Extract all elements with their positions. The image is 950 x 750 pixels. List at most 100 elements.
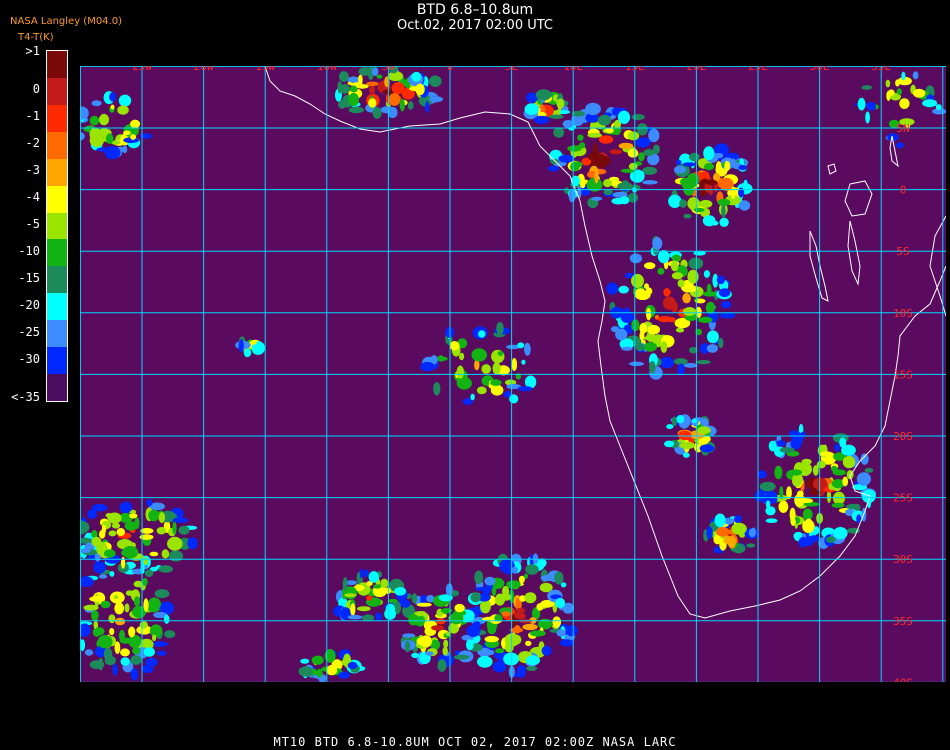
cloud-pixel (693, 207, 705, 213)
cloud-pixel (668, 194, 682, 208)
cloud-pixel (391, 578, 402, 586)
cloud-pixel (484, 576, 496, 586)
longitude-label: 25E (748, 66, 768, 73)
cloud-pixel (120, 657, 130, 666)
cloud-pixel (629, 253, 643, 264)
cloud-pixel (113, 595, 119, 600)
cloud-pixel (429, 96, 443, 103)
cloud-pixel (157, 650, 167, 656)
cloud-pixel (339, 71, 349, 83)
cloud-pixel (371, 67, 379, 76)
cloud-pixel (456, 377, 472, 390)
cloud-pixel (673, 166, 686, 174)
cloud-pixel (566, 625, 578, 637)
legend-label: >1 (25, 44, 40, 58)
cloud-pixel (89, 127, 102, 142)
cloud-pixel (522, 623, 538, 631)
cloud-pixel (110, 104, 115, 110)
legend-swatch (47, 266, 67, 294)
cloud-pixel (704, 163, 715, 171)
cloud-pixel (597, 114, 612, 126)
cloud-pixel (675, 159, 682, 166)
legend-swatch (47, 51, 67, 78)
cloud-pixel (605, 127, 614, 134)
cloud-pixel (119, 501, 133, 514)
cloud-pixel (706, 283, 712, 295)
cloud-pixel (666, 424, 674, 430)
cloud-pixel (765, 518, 778, 523)
cloud-pixel (105, 133, 114, 144)
cloud-pixel (357, 606, 371, 612)
cloud-pixel (556, 629, 566, 637)
cloud-pixel (606, 282, 619, 295)
cloud-pixel (402, 633, 416, 638)
cloud-pixel (83, 604, 99, 611)
cloud-pixel (454, 603, 465, 613)
cloud-pixel (338, 100, 347, 109)
cloud-pixel (124, 603, 130, 613)
cloud-pixel (112, 663, 118, 676)
cloud-pixel (819, 451, 833, 457)
cloud-pixel (676, 415, 685, 424)
satellite-map: 25W 20W 15W 10W 5W 0 5E 10E 15E 20E 25E 30E 35E 5N 0 5… (80, 66, 946, 682)
cloud-pixel (663, 290, 672, 295)
cloud-pixel (115, 617, 126, 626)
cloud-pixel (87, 509, 97, 519)
cloud-pixel (316, 668, 323, 678)
legend-swatch (47, 374, 67, 401)
cloud-pixel (536, 603, 544, 611)
longitude-label: 10W (317, 66, 337, 73)
cloud-pixel (659, 356, 675, 369)
cloud-pixel (812, 465, 819, 476)
cloud-pixel (796, 490, 804, 498)
cloud-pixel (368, 98, 377, 108)
cloud-pixel (671, 254, 682, 262)
cloud-pixel (834, 443, 840, 452)
cloud-pixel (922, 99, 938, 108)
cloud-pixel (698, 438, 709, 445)
cloud-pixel (716, 526, 730, 537)
cloud-pixel (109, 628, 115, 636)
cloud-pixel (130, 134, 137, 140)
longitude-label: 30E (810, 66, 830, 73)
legend-swatch (47, 293, 67, 321)
legend-label: -4 (25, 190, 40, 205)
cloud-pixel (93, 561, 106, 574)
cloud-pixel (91, 100, 102, 107)
cloud-pixel (525, 655, 540, 666)
cloud-pixel (652, 237, 663, 250)
cloud-pixel (114, 602, 125, 615)
cloud-pixel (518, 575, 525, 584)
cloud-pixel (103, 647, 113, 661)
cloud-pixel (524, 592, 537, 604)
cloud-pixel (167, 536, 183, 551)
cloud-pixel (130, 668, 139, 681)
cloud-pixel (342, 577, 348, 591)
cloud-pixel (124, 521, 138, 531)
legend-swatch (47, 104, 67, 132)
legend-swatch (47, 320, 67, 348)
cloud-pixel (350, 603, 356, 616)
cloud-pixel (429, 75, 442, 87)
cloud-pixel (476, 386, 487, 395)
cloud-pixel (802, 519, 815, 533)
cloud-pixel (517, 342, 525, 349)
cloud-pixel (555, 109, 561, 114)
legend-label: -3 (25, 163, 40, 178)
cloud-pixel (895, 79, 900, 87)
cloud-pixel (490, 379, 502, 386)
latitude-label: 10S (893, 307, 913, 320)
cloud-pixel (657, 267, 665, 275)
cloud-pixel (148, 509, 160, 522)
cloud-pixel (809, 489, 818, 496)
cloud-pixel (495, 648, 505, 654)
cloud-pixel (517, 386, 533, 392)
latitude-label: 35S (893, 615, 913, 628)
cloud-pixel (168, 550, 184, 562)
cloud-pixel (706, 526, 713, 540)
latitude-label: 25S (893, 492, 913, 505)
cloud-pixel (172, 521, 177, 535)
cloud-pixel (598, 135, 614, 144)
cloud-pixel (682, 162, 696, 167)
cloud-pixel (380, 578, 389, 589)
